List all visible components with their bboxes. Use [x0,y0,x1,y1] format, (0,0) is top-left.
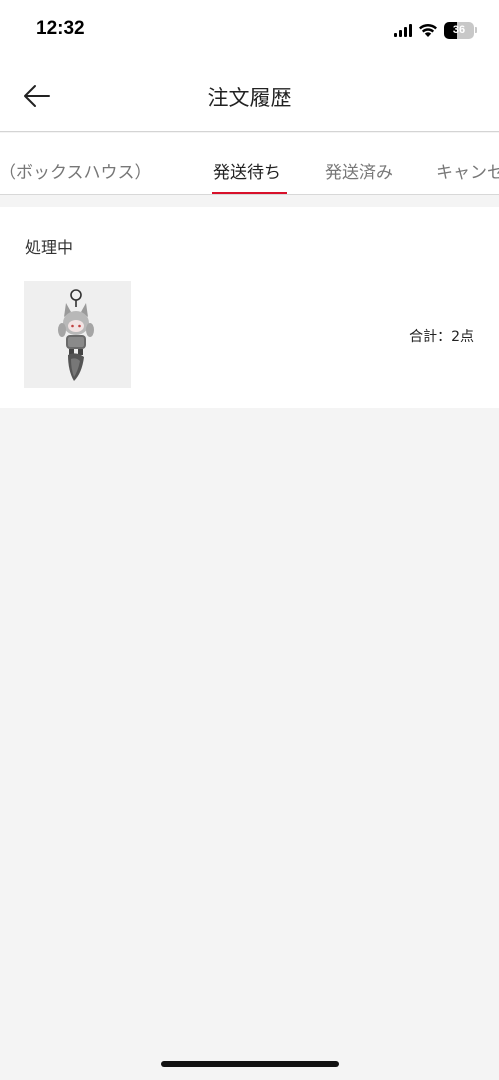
battery-icon: 36 [444,21,474,39]
wifi-icon [419,23,437,37]
status-bar: 12:32 36 [0,0,499,62]
header: 注文履歴 [0,62,499,132]
page-title: 注文履歴 [207,86,292,110]
cellular-signal-icon [394,23,412,37]
tab-boxhouse[interactable]: 中（ボックスハウス） [0,158,152,183]
keychain-figure-image [58,289,94,381]
active-tab-indicator [212,192,287,194]
order-total: 合計：2点 [409,329,474,345]
status-time: 12:32 [36,18,85,39]
home-indicator [161,1061,339,1067]
order-status-tabs: 中（ボックスハウス） 発送待ち 発送済み キャンセ [0,133,499,195]
battery-cap [475,27,477,33]
order-card[interactable]: 処理中 合計：2点 [0,207,499,408]
tab-shipped[interactable]: 発送済み [325,158,393,183]
product-thumbnail[interactable] [24,281,131,388]
tab-cancelled[interactable]: キャンセ [436,158,499,183]
battery-level: 36 [452,24,466,36]
tab-awaiting-shipment[interactable]: 発送待ち [213,158,281,183]
order-status-label: 処理中 [25,238,74,257]
status-icons: 36 [394,20,477,40]
